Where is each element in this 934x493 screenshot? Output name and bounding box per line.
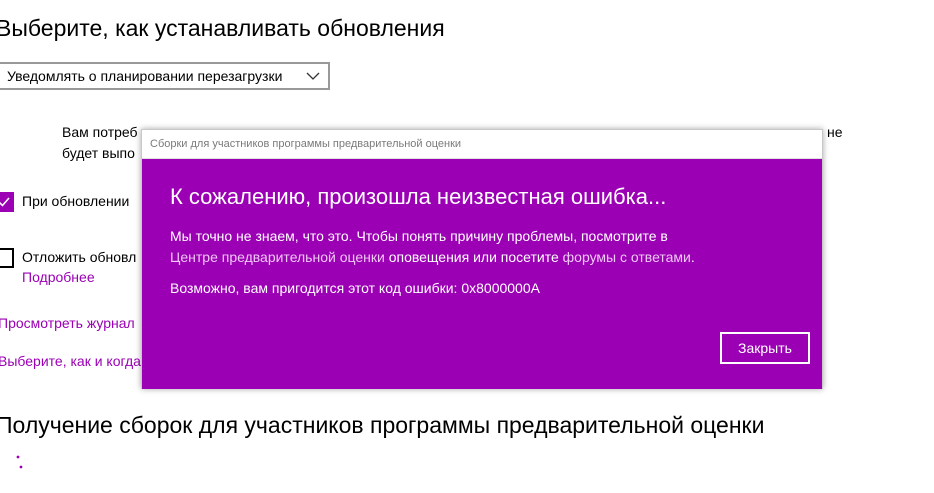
checkmark-icon bbox=[0, 197, 10, 207]
insider-hub-link[interactable]: Центре предварительной оценки bbox=[170, 249, 385, 265]
delivery-options-link[interactable]: Выберите, как и когда bbox=[0, 353, 141, 369]
forums-link[interactable]: форумы с ответами bbox=[563, 249, 691, 265]
loading-dots-icon bbox=[16, 455, 23, 469]
dialog-body: К сожалению, произошла неизвестная ошибк… bbox=[142, 159, 822, 389]
other-products-label: При обновлении bbox=[22, 193, 130, 209]
updates-heading: Выберите, как устанавливать обновления bbox=[0, 15, 445, 41]
dialog-title: Сборки для участников программы предвари… bbox=[150, 138, 462, 150]
restart-note-line2: будет выпо bbox=[62, 145, 135, 161]
settings-page: Выберите, как устанавливать обновления У… bbox=[0, 0, 934, 493]
error-code-text: Возможно, вам пригодится этот код ошибки… bbox=[170, 280, 540, 296]
restart-note-line1: Вам потреб bbox=[62, 124, 138, 140]
defer-updates-checkbox[interactable] bbox=[0, 248, 14, 268]
error-dialog: Сборки для участников программы предвари… bbox=[141, 129, 823, 389]
chevron-down-icon bbox=[306, 72, 320, 80]
update-history-link[interactable]: Просмотреть журнал bbox=[0, 315, 135, 331]
other-products-checkbox[interactable] bbox=[0, 192, 14, 212]
insider-heading: Получение сборок для участников программ… bbox=[0, 412, 765, 438]
dialog-titlebar: Сборки для участников программы предвари… bbox=[142, 130, 822, 159]
update-mode-selected: Уведомлять о планировании перезагрузки bbox=[7, 68, 283, 84]
dialog-message-end: . bbox=[690, 249, 695, 265]
defer-updates-label: Отложить обновл bbox=[22, 249, 137, 265]
dialog-heading: К сожалению, произошла неизвестная ошибк… bbox=[170, 184, 667, 209]
restart-note-tail: не bbox=[827, 124, 843, 140]
dialog-message-mid: оповещения или посетите bbox=[384, 249, 563, 265]
details-link[interactable]: Подробнее bbox=[22, 269, 95, 285]
dialog-message-line1: Мы точно не знаем, что это. Чтобы понять… bbox=[170, 228, 668, 244]
close-button[interactable]: Закрыть bbox=[720, 332, 810, 364]
dialog-message-line2: Центре предварительной оценки оповещения… bbox=[170, 249, 695, 265]
update-mode-dropdown[interactable]: Уведомлять о планировании перезагрузки bbox=[0, 62, 330, 90]
